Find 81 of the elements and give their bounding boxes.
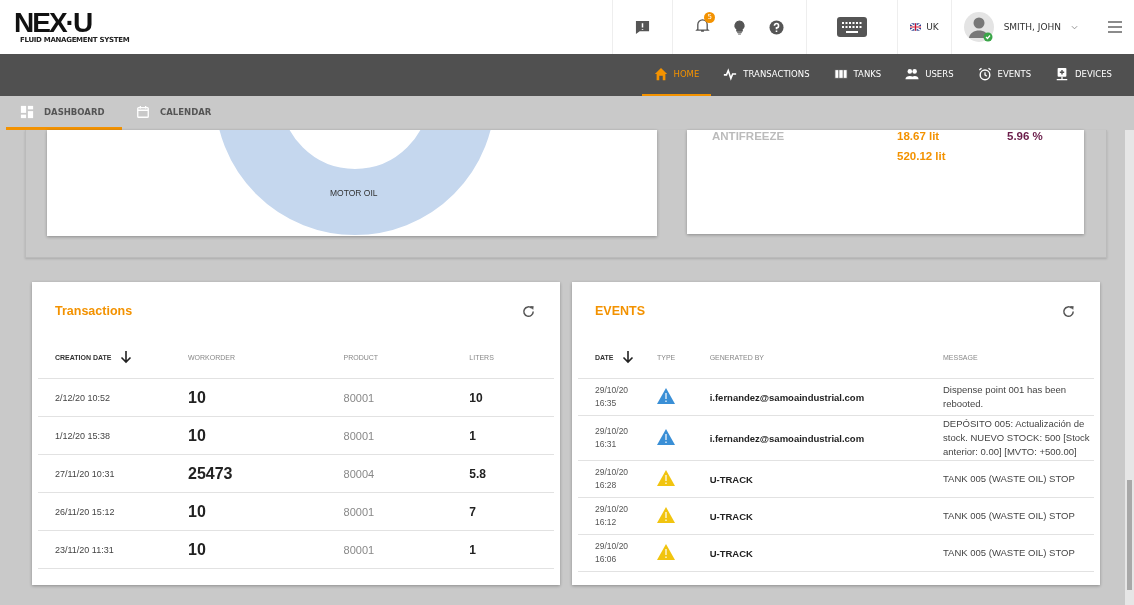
message-cell: TANK 005 (WASTE OIL) STOP — [943, 473, 1075, 484]
nav-tab[interactable]: EVENTS — [965, 54, 1044, 96]
event-time: 16:31 — [595, 438, 618, 451]
info-triangle-icon — [657, 388, 675, 404]
date-cell: 1/12/20 15:38 — [55, 430, 111, 441]
users-icon — [905, 67, 920, 81]
refresh-icon[interactable] — [1061, 303, 1076, 319]
workorder-cell: 10 — [188, 502, 206, 520]
sort-arrow-icon[interactable] — [621, 350, 634, 364]
date-cell: 2/12/20 10:52 — [55, 392, 111, 403]
card-title: EVENTS — [595, 304, 645, 318]
warning-triangle-icon — [657, 507, 675, 523]
event-time: 16:35 — [595, 397, 618, 410]
liters-cell: 10 — [469, 390, 483, 405]
message-cell: TANK 005 (WASTE OIL) STOP — [943, 547, 1075, 558]
nav-tab[interactable]: USERS — [893, 54, 966, 96]
product-name: ANTIFREEZE — [712, 130, 786, 144]
lightbulb-icon[interactable] — [732, 19, 748, 35]
warning-triangle-icon — [657, 544, 675, 560]
product-amount: 18.67 lit — [897, 130, 941, 144]
date-cell: 23/11/20 11:31 — [55, 544, 114, 555]
liters-cell: 7 — [469, 504, 476, 519]
event-time: 16:28 — [595, 479, 618, 492]
event-date: 29/10/20 — [595, 503, 630, 516]
uk-flag-icon — [910, 23, 922, 31]
workorder-cell: 25473 — [188, 464, 233, 482]
event-date: 29/10/20 — [595, 384, 630, 397]
language-selector[interactable]: UK — [926, 22, 939, 32]
workorder-cell: 10 — [188, 426, 206, 444]
liters-cell: 1 — [469, 428, 476, 443]
generated-by-cell: U-TRACK — [709, 473, 753, 485]
info-triangle-icon — [657, 429, 675, 445]
total-amount: 520.12 lit — [897, 150, 947, 164]
device-icon — [1055, 67, 1070, 81]
keyboard-icon[interactable] — [837, 17, 868, 37]
logo: NEX·U — [14, 10, 92, 36]
date-cell: 27/11/20 10:31 — [55, 468, 115, 479]
sort-arrow-icon[interactable] — [119, 350, 132, 364]
message-cell: DEPÓSITO 005: Actualización de stock. NUEVO STOCK: 500 [Stock anterior: 0.00] [MVTO: +500.00] — [943, 418, 1090, 457]
home-icon — [653, 67, 668, 81]
avatar-icon — [963, 12, 994, 42]
workorder-cell: 10 — [188, 388, 206, 406]
bell-icon[interactable] — [695, 17, 711, 33]
sub-tab[interactable]: CALENDAR — [122, 96, 238, 130]
message-cell: TANK 005 (WASTE OIL) STOP — [943, 510, 1075, 521]
event-date: 29/10/20 — [595, 425, 630, 438]
feedback-icon[interactable] — [635, 19, 651, 35]
product-cell: 80001 — [343, 429, 375, 442]
refresh-icon[interactable] — [521, 303, 536, 319]
event-time: 16:12 — [595, 516, 618, 529]
card-title: Transactions — [55, 304, 133, 318]
liters-cell: 1 — [469, 542, 476, 557]
liters-cell: 5.8 — [469, 466, 486, 481]
help-icon[interactable] — [769, 19, 785, 35]
product-cell: 80001 — [343, 391, 375, 404]
pulse-icon — [723, 67, 738, 81]
product-cell: 80001 — [343, 543, 375, 556]
message-cell: Dispense point 001 has been rebooted. — [943, 384, 1067, 409]
clock-icon — [977, 67, 992, 81]
nav-tab[interactable]: DEVICES — [1043, 54, 1124, 96]
date-cell: 26/11/20 15:12 — [55, 506, 115, 517]
calendar-icon — [136, 104, 150, 119]
menu-icon[interactable] — [1108, 21, 1122, 33]
user-name[interactable]: SMITH, JOHN — [1003, 22, 1061, 32]
workorder-cell: 10 — [188, 540, 206, 558]
warning-triangle-icon — [657, 470, 675, 486]
event-date: 29/10/20 — [595, 540, 630, 553]
grid-icon — [20, 104, 34, 119]
event-time: 16:06 — [595, 553, 618, 566]
generated-by-cell: U-TRACK — [709, 510, 753, 522]
tanks-icon — [833, 67, 848, 81]
generated-by-cell: i.fernandez@samoaindustrial.com — [709, 391, 865, 403]
product-cell: 80004 — [343, 467, 375, 480]
nav-tab[interactable]: TRANSACTIONS — [711, 54, 822, 96]
nav-tab[interactable]: TANKS — [821, 54, 894, 96]
chart-slice-label: MOTOR OIL — [330, 188, 378, 198]
product-percent: 5.96 % — [1007, 130, 1044, 144]
product-cell: 80001 — [343, 505, 375, 518]
generated-by-cell: U-TRACK — [709, 547, 753, 559]
generated-by-cell: i.fernandez@samoaindustrial.com — [709, 432, 865, 444]
event-date: 29/10/20 — [595, 466, 630, 479]
